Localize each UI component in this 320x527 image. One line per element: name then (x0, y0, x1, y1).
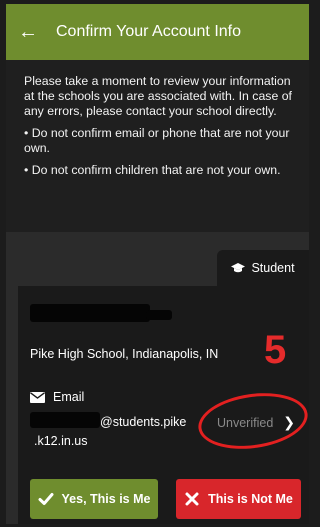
instructions-panel: Please take a moment to review your info… (6, 60, 309, 232)
app-frame: ← Confirm Your Account Info Please take … (6, 4, 309, 524)
close-icon (185, 492, 199, 506)
envelope-icon (30, 391, 45, 403)
instructions-intro: Please take a moment to review your info… (24, 74, 292, 118)
arrow-left-icon: ← (18, 20, 38, 43)
checkmark-icon (38, 493, 54, 505)
annotation-number: 5 (264, 328, 287, 372)
email-address-domain: .k12.in.us (34, 434, 88, 448)
tab-student[interactable]: Student (217, 250, 309, 286)
annotation-circle (194, 386, 309, 456)
email-label-row: Email (30, 390, 84, 404)
redacted-student-name (30, 304, 150, 322)
instructions-bullet-email: • Do not confirm email or phone that are… (24, 126, 290, 155)
confirm-yes-label: Yes, This is Me (61, 492, 151, 506)
back-button[interactable]: ← (6, 4, 50, 60)
redacted-email-user (30, 412, 100, 428)
school-name: Pike High School, Indianapolis, IN (30, 347, 219, 361)
email-label: Email (53, 390, 85, 404)
instructions-bullet-children: • Do not confirm children that are not y… (24, 163, 281, 177)
page-title: Confirm Your Account Info (56, 23, 241, 40)
redacted-student-name-tail (146, 310, 172, 320)
graduation-cap-icon (231, 263, 246, 273)
confirm-no-button[interactable]: This is Not Me (176, 479, 301, 519)
account-section: Student Pike High School, Indianapolis, … (6, 232, 309, 524)
email-address-suffix: @students.pike (100, 415, 187, 429)
tab-student-label: Student (251, 261, 295, 275)
header-bar: ← Confirm Your Account Info (6, 4, 309, 60)
confirm-yes-button[interactable]: Yes, This is Me (30, 479, 158, 519)
student-card: Pike High School, Indianapolis, IN 5 Ema… (18, 286, 309, 524)
confirm-no-label: This is Not Me (208, 492, 293, 506)
